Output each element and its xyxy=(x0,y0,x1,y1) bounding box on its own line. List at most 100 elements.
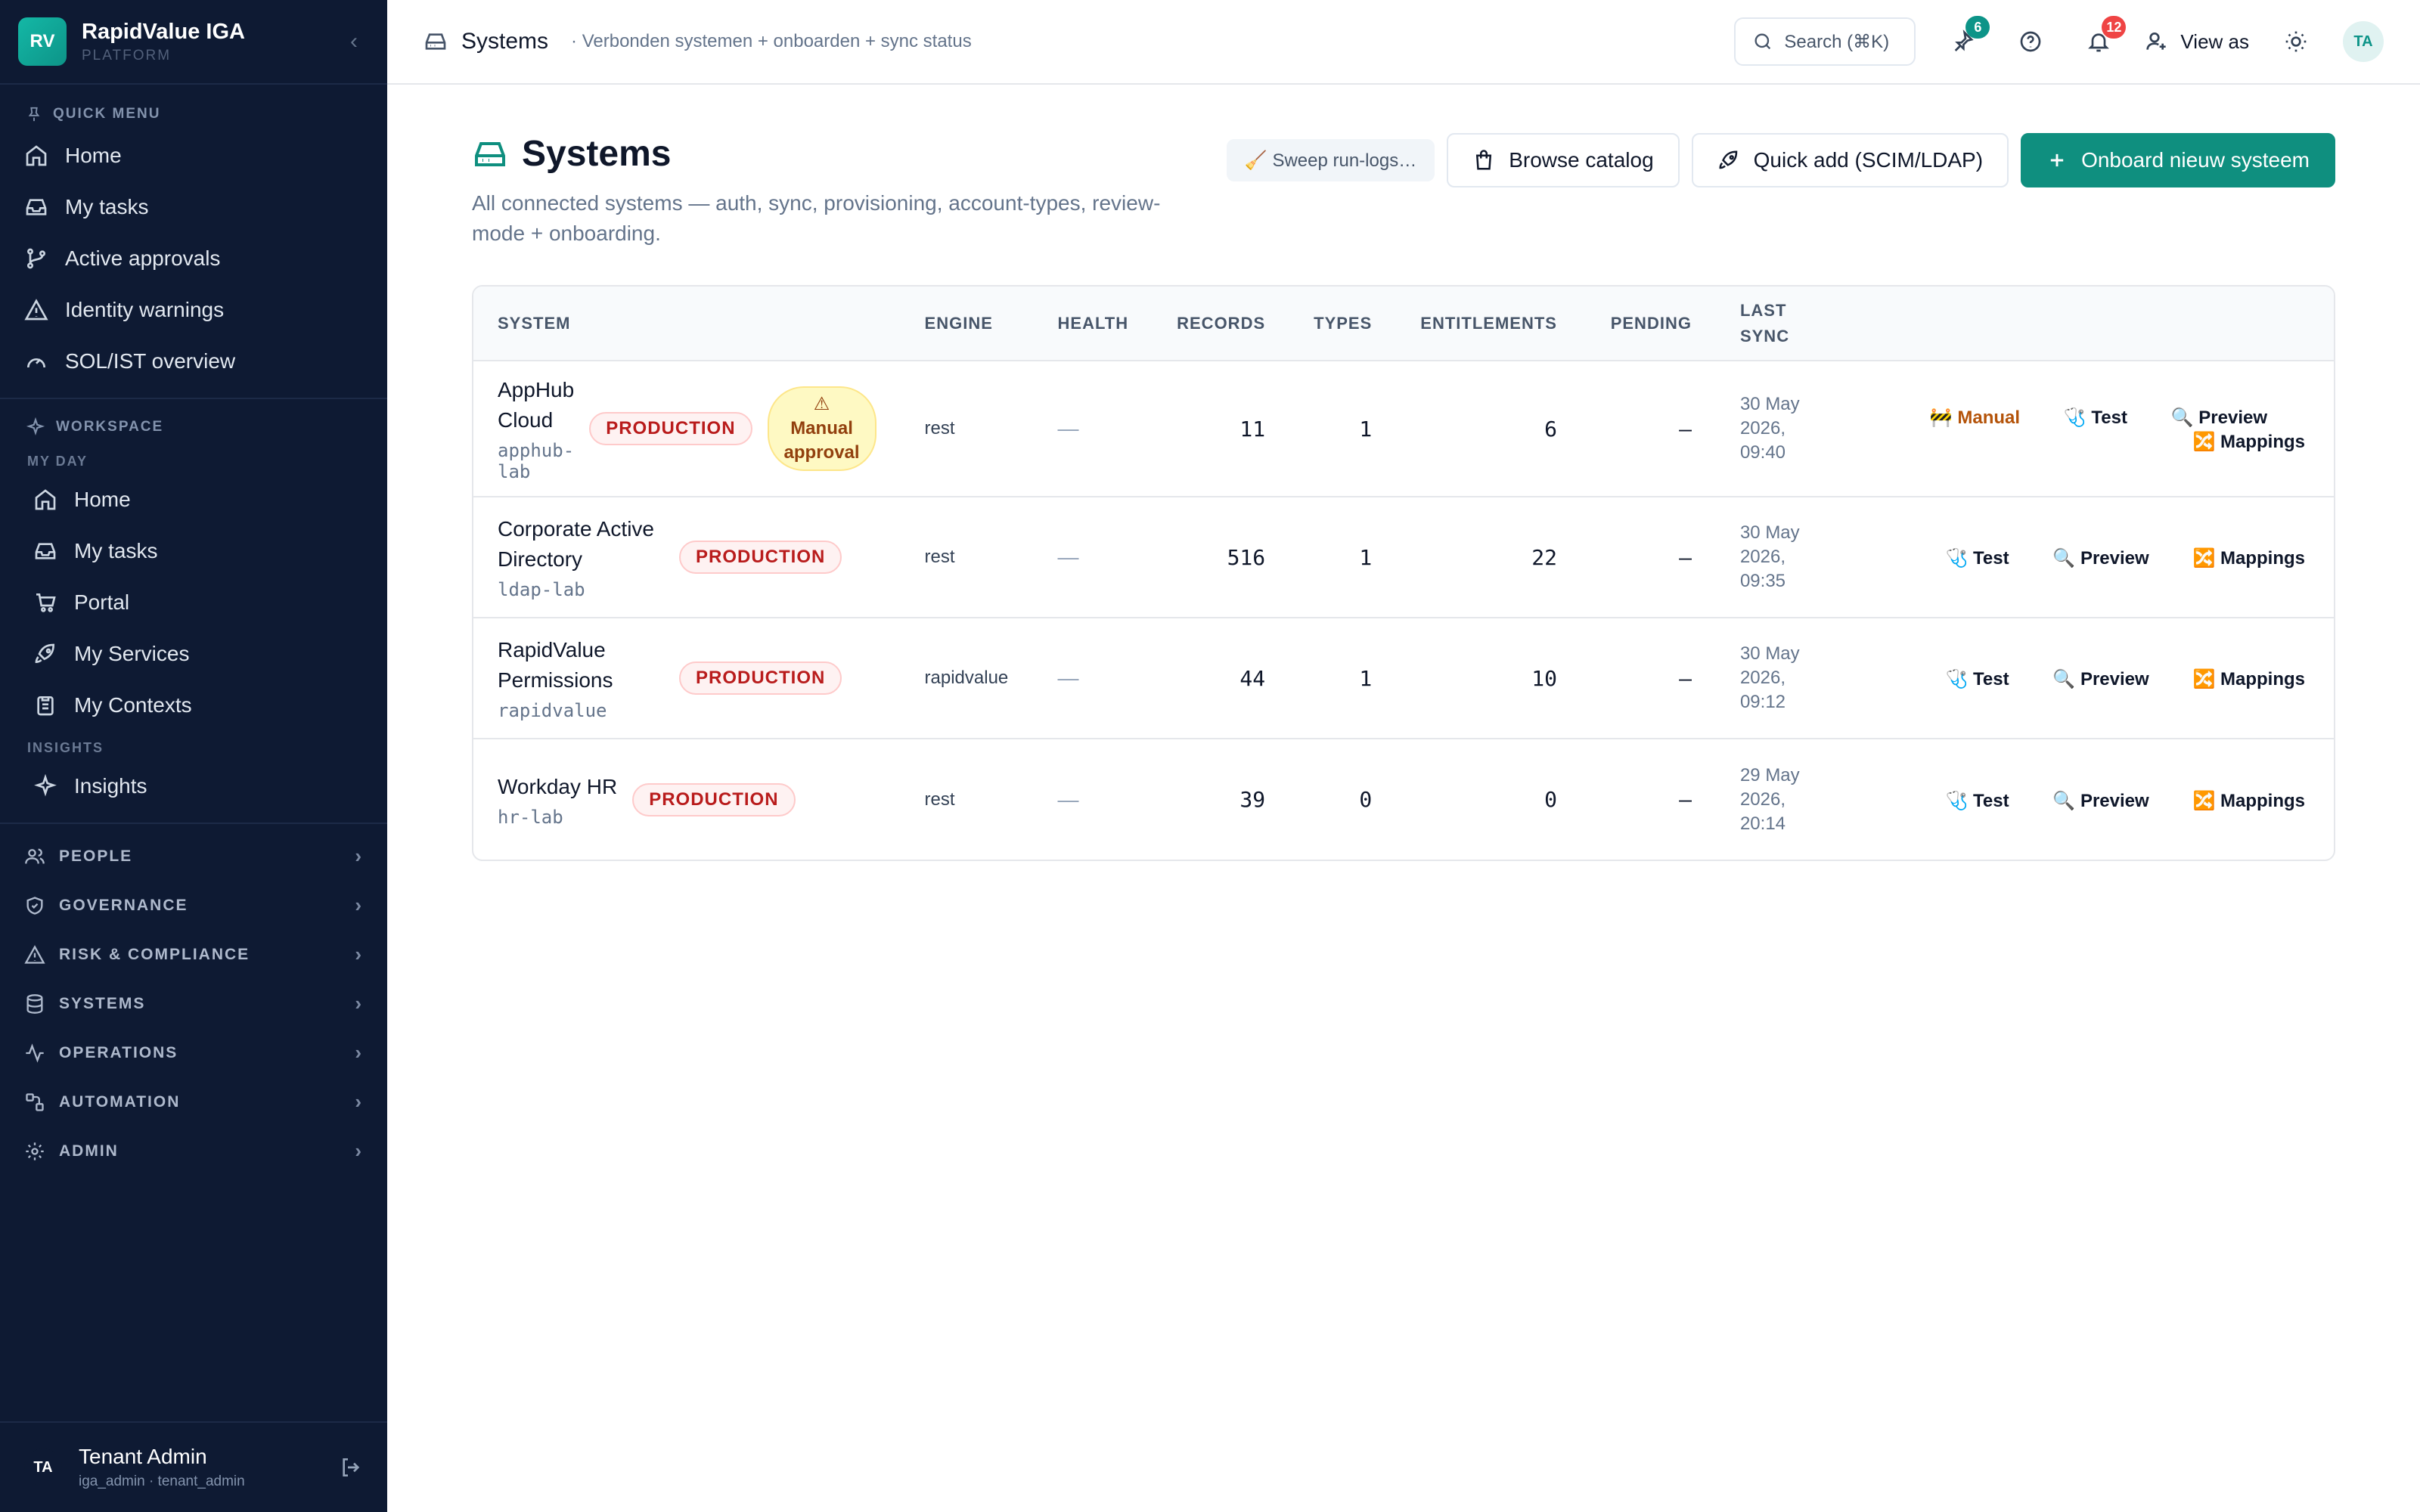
cell-entitlements: 10 xyxy=(1396,618,1581,739)
quick-item-home[interactable]: Home xyxy=(0,130,387,181)
cell-system: Workday HR hr-lab PRODUCTION xyxy=(473,739,901,860)
cell-last-sync: 30 May 2026, 09:35 xyxy=(1715,497,1832,618)
table-row[interactable]: AppHub Cloud apphub-lab PRODUCTION ⚠ Man… xyxy=(473,361,2334,497)
sparkles-icon xyxy=(26,417,45,436)
git-branch-icon xyxy=(27,248,45,269)
activity-icon xyxy=(26,1043,44,1063)
hard-drive-icon xyxy=(425,33,446,50)
mappings-button[interactable]: 🔀 Mappings xyxy=(2192,791,2305,811)
workspace-item-my-contexts[interactable]: My Contexts xyxy=(0,680,387,731)
user-panel: TA Tenant Admin iga_admin · tenant_admin xyxy=(0,1421,387,1512)
logout-icon[interactable] xyxy=(339,1455,363,1479)
test-button[interactable]: 🩺 Test xyxy=(1945,669,2009,689)
table-row[interactable]: Workday HR hr-lab PRODUCTION rest — 39 0… xyxy=(473,739,2334,860)
mappings-button[interactable]: 🔀 Mappings xyxy=(2192,669,2305,689)
column-entitlements[interactable]: ENTITLEMENTS xyxy=(1396,287,1581,361)
search-label: Search (⌘K) xyxy=(1784,31,1890,52)
group-operations[interactable]: OPERATIONS › xyxy=(0,1028,387,1077)
column-health[interactable]: HEALTH xyxy=(1033,287,1153,361)
view-as-button[interactable]: View as xyxy=(2145,29,2249,54)
test-button[interactable]: 🩺 Test xyxy=(2064,407,2127,428)
environment-badge: PRODUCTION xyxy=(632,782,796,816)
breadcrumb-title: Systems xyxy=(461,29,549,54)
shield-icon xyxy=(26,896,43,915)
group-risk-compliance[interactable]: RISK & COMPLIANCE › xyxy=(0,930,387,979)
preview-button[interactable]: 🔍 Preview xyxy=(2171,407,2267,428)
column-system[interactable]: SYSTEM xyxy=(473,287,901,361)
help-button[interactable] xyxy=(2009,20,2052,63)
sidebar: RV RapidValue IGA PLATFORM ‹ QUICK MENU … xyxy=(0,0,387,1512)
table-row[interactable]: RapidValue Permissions rapidvalue PRODUC… xyxy=(473,618,2334,739)
group-governance[interactable]: GOVERNANCE › xyxy=(0,881,387,930)
test-button[interactable]: 🩺 Test xyxy=(1945,791,2009,811)
preview-button[interactable]: 🔍 Preview xyxy=(2052,548,2149,569)
gauge-icon xyxy=(27,358,45,368)
system-name[interactable]: Workday HR xyxy=(498,772,617,802)
sweep-run-logs-button[interactable]: 🧹 Sweep run-logs… xyxy=(1226,139,1435,181)
group-admin[interactable]: ADMIN › xyxy=(0,1126,387,1176)
workspace-item-home[interactable]: Home xyxy=(0,474,387,525)
cell-health: — xyxy=(1057,787,1079,811)
pin-icon xyxy=(28,107,40,122)
pins-button[interactable]: 6 xyxy=(1941,16,1990,63)
cell-health: — xyxy=(1033,361,1153,497)
last-sync-value: 30 May 2026, 09:12 xyxy=(1739,643,1800,712)
onboard-system-button[interactable]: Onboard nieuw systeem xyxy=(2021,133,2335,187)
system-code: rapidvalue xyxy=(498,700,607,721)
quick-add-button[interactable]: Quick add (SCIM/LDAP) xyxy=(1691,133,2009,187)
column-records[interactable]: RECORDS xyxy=(1153,287,1290,361)
cell-engine: rapidvalue xyxy=(900,618,1034,739)
column-engine[interactable]: ENGINE xyxy=(900,287,1034,361)
theme-toggle[interactable] xyxy=(2275,20,2317,63)
plus-icon xyxy=(2050,153,2064,167)
sparkles-icon xyxy=(34,774,57,797)
avatar[interactable]: TA xyxy=(2343,21,2384,62)
cell-records: 39 xyxy=(1239,787,1266,812)
cell-health: — xyxy=(1033,618,1153,739)
warning-icon xyxy=(24,944,45,964)
browse-catalog-button[interactable]: Browse catalog xyxy=(1447,133,1680,187)
column-types[interactable]: TYPES xyxy=(1289,287,1397,361)
workspace-item-insights[interactable]: Insights xyxy=(0,761,387,812)
cell-last-sync: 30 May 2026, 09:12 xyxy=(1715,618,1832,739)
quick-item-active-approvals[interactable]: Active approvals xyxy=(0,233,387,284)
workspace-item-my-services[interactable]: My Services xyxy=(0,628,387,680)
cell-engine: rest xyxy=(900,497,1034,618)
column-last-sync[interactable]: LAST SYNC xyxy=(1715,287,1832,361)
quick-item-identity-warnings[interactable]: Identity warnings xyxy=(0,284,387,336)
quick-item-my-tasks[interactable]: My tasks xyxy=(0,181,387,233)
group-systems[interactable]: SYSTEMS › xyxy=(0,979,387,1028)
cell-last-sync: 30 May 2026, 09:40 xyxy=(1715,361,1832,497)
workspace-item-portal[interactable]: Portal xyxy=(0,577,387,628)
group-automation[interactable]: AUTOMATION › xyxy=(0,1077,387,1126)
chevron-right-icon: › xyxy=(355,1090,363,1113)
system-code: hr-lab xyxy=(498,806,563,828)
quick-item-sol-ist[interactable]: SOL/IST overview xyxy=(0,336,387,387)
preview-button[interactable]: 🔍 Preview xyxy=(2052,791,2149,811)
brand-name: RapidValue IGA xyxy=(82,19,245,44)
my-day-label: MY DAY xyxy=(27,454,88,469)
cell-entitlements: 22 xyxy=(1396,497,1581,618)
collapse-sidebar-icon[interactable]: ‹ xyxy=(339,29,369,54)
search-button[interactable]: Search (⌘K) xyxy=(1734,17,1916,66)
test-button[interactable]: 🩺 Test xyxy=(1945,548,2009,569)
last-sync-value: 30 May 2026, 09:40 xyxy=(1739,394,1800,463)
table-row[interactable]: Corporate Active Directory ldap-lab PROD… xyxy=(473,497,2334,618)
main: Systems · Verbonden systemen + onboarden… xyxy=(387,0,2420,1512)
system-name[interactable]: RapidValue Permissions xyxy=(498,635,664,696)
workspace-item-my-tasks[interactable]: My tasks xyxy=(0,525,387,577)
cell-entitlements: 6 xyxy=(1396,361,1581,497)
sun-icon xyxy=(2285,31,2307,52)
group-people[interactable]: PEOPLE › xyxy=(0,832,387,881)
user-switch-icon xyxy=(2146,33,2167,50)
manual-mode-link[interactable]: 🚧 Manual xyxy=(1930,407,2020,428)
column-pending[interactable]: PENDING xyxy=(1581,287,1716,361)
preview-button[interactable]: 🔍 Preview xyxy=(2052,669,2149,689)
mappings-button[interactable]: 🔀 Mappings xyxy=(2192,432,2305,452)
mappings-button[interactable]: 🔀 Mappings xyxy=(2192,548,2305,569)
system-name[interactable]: AppHub Cloud xyxy=(498,375,574,435)
system-name[interactable]: Corporate Active Directory xyxy=(498,514,664,575)
notifications-button[interactable]: 12 xyxy=(2077,16,2127,63)
cell-types: 0 xyxy=(1359,787,1373,812)
last-sync-value: 29 May 2026, 20:14 xyxy=(1739,764,1800,834)
